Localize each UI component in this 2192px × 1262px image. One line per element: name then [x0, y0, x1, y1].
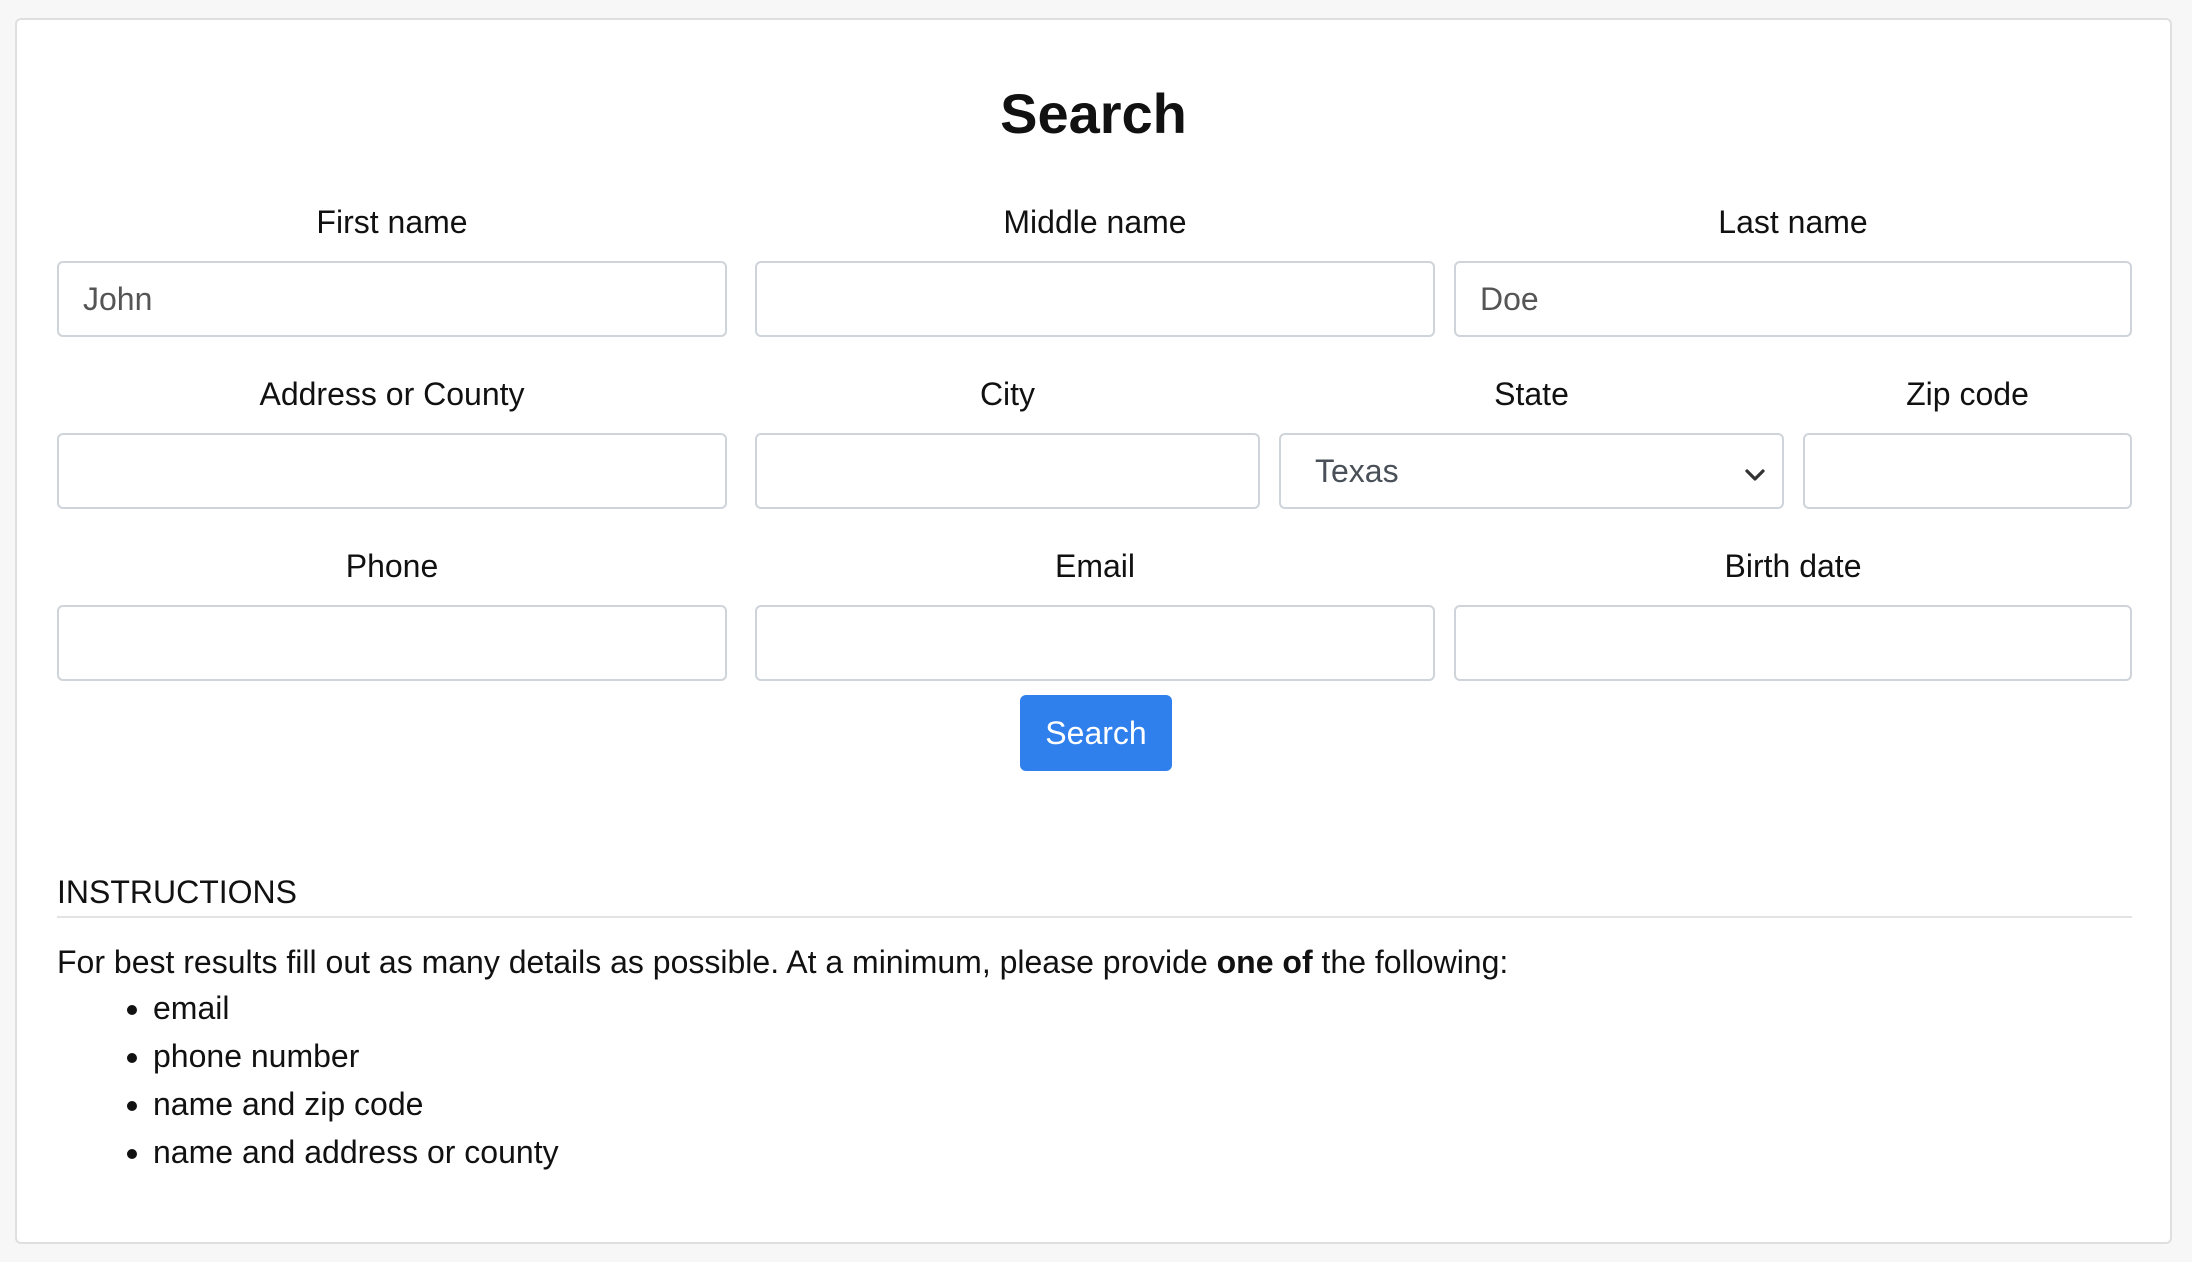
birth-date-input[interactable]: [1454, 605, 2132, 681]
list-item: name and zip code: [153, 1080, 559, 1128]
state-select[interactable]: Texas: [1279, 433, 1784, 509]
first-name-input[interactable]: [57, 261, 727, 337]
phone-label: Phone: [345, 548, 439, 584]
instructions-divider: [57, 916, 2132, 918]
zip-code-input[interactable]: [1803, 433, 2132, 509]
state-label: State: [1494, 376, 1569, 412]
list-item: name and address or county: [153, 1128, 559, 1176]
email-label: Email: [1054, 548, 1135, 584]
instructions-text-before: For best results fill out as many detail…: [57, 944, 1217, 980]
chevron-down-icon: [1742, 459, 1768, 485]
city-input[interactable]: [755, 433, 1260, 509]
zip-code-label: Zip code: [1906, 376, 2029, 412]
phone-input[interactable]: [57, 605, 727, 681]
email-input[interactable]: [755, 605, 1435, 681]
middle-name-input[interactable]: [755, 261, 1435, 337]
first-name-label: First name: [316, 204, 468, 240]
instructions-text-after: the following:: [1312, 944, 1509, 980]
search-button[interactable]: Search: [1020, 695, 1172, 771]
search-card: Search First name Middle name Last name …: [15, 18, 2172, 1244]
address-input[interactable]: [57, 433, 727, 509]
middle-name-label: Middle name: [1003, 204, 1187, 240]
page-title: Search: [1000, 82, 1187, 145]
address-label: Address or County: [259, 376, 525, 412]
last-name-label: Last name: [1718, 204, 1868, 240]
city-label: City: [979, 376, 1036, 412]
instructions-heading: INSTRUCTIONS: [57, 874, 297, 910]
instructions-list: email phone number name and zip code nam…: [97, 984, 559, 1176]
birth-date-label: Birth date: [1724, 548, 1862, 584]
instructions-text-bold: one of: [1216, 944, 1313, 980]
last-name-input[interactable]: [1454, 261, 2132, 337]
instructions-text: For best results fill out as many detail…: [57, 938, 1508, 986]
state-select-value: Texas: [1315, 452, 1399, 489]
list-item: phone number: [153, 1032, 559, 1080]
list-item: email: [153, 984, 559, 1032]
